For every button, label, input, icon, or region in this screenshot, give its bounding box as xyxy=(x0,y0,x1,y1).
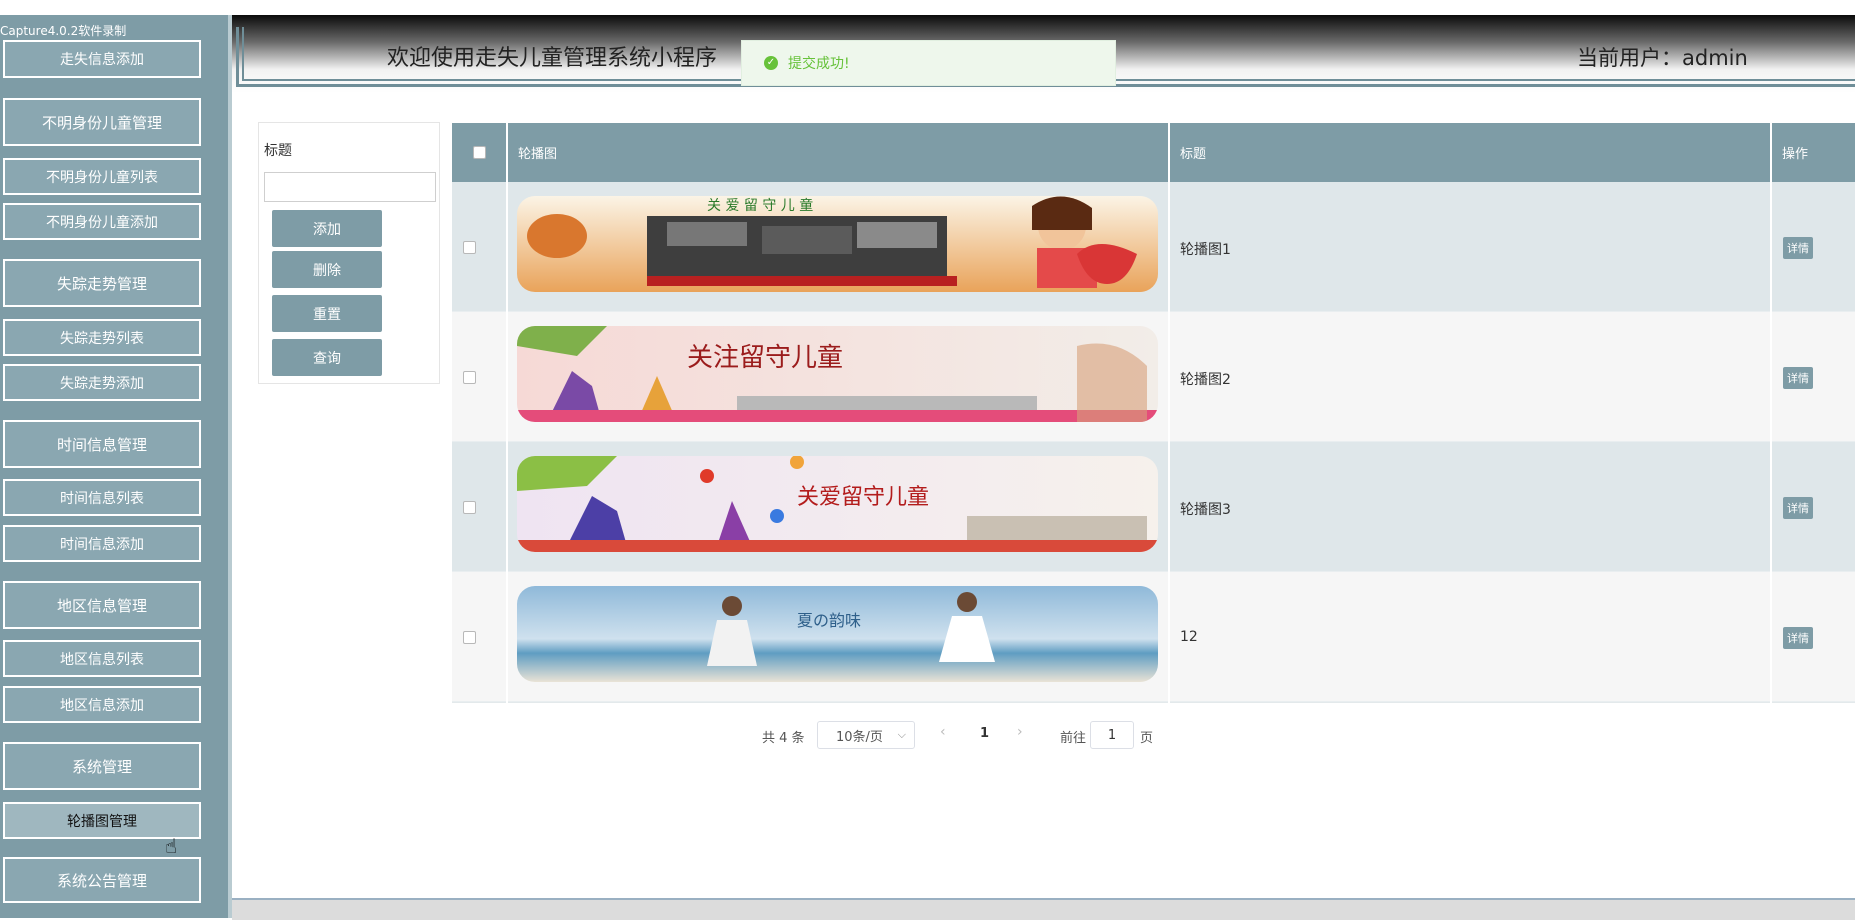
sidebar-item-label: 地区信息列表 xyxy=(60,651,144,668)
svg-text:关注留守儿童: 关注留守儿童 xyxy=(687,343,843,373)
sidebar-item-label: 系统公告管理 xyxy=(56,871,147,890)
header-action: 操作 xyxy=(1782,147,1809,162)
row-checkbox[interactable] xyxy=(463,631,476,644)
sidebar-item-label: 不明身份儿童添加 xyxy=(46,214,158,231)
current-user-label: 当前用户：admin xyxy=(1577,46,1748,70)
sidebar-item-region-info-manage[interactable]: 地区信息管理 xyxy=(3,581,201,629)
capture-watermark: Capture4.0.2软件录制 xyxy=(0,24,127,38)
column-divider xyxy=(506,123,508,703)
page-title: 欢迎使用走失儿童管理系统小程序 xyxy=(387,46,718,71)
svg-text:关爱留守儿童: 关爱留守儿童 xyxy=(797,485,929,510)
sidebar-divider xyxy=(228,15,232,918)
header-image: 轮播图 xyxy=(518,147,558,162)
header-title[interactable]: 标题 xyxy=(1180,123,1480,182)
sidebar-item-notice-manage[interactable]: 系统公告管理 xyxy=(3,857,201,903)
carousel-image-graphic: 关注留守儿童 xyxy=(517,326,1158,422)
sidebar-item-label: 时间信息添加 xyxy=(60,536,144,553)
detail-button[interactable]: 详情 xyxy=(1783,367,1813,389)
select-all-checkbox[interactable] xyxy=(472,146,486,159)
search-title-label: 标题 xyxy=(264,143,292,159)
query-button[interactable]: 查询 xyxy=(272,339,382,376)
carousel-image[interactable]: 夏の韵味 xyxy=(517,586,1158,682)
sidebar-item-label: 不明身份儿童管理 xyxy=(41,113,162,132)
svg-text:关 爱 留 守 儿 童: 关 爱 留 守 儿 童 xyxy=(707,197,813,214)
sidebar-item-unknown-children-manage[interactable]: 不明身份儿童管理 xyxy=(3,98,201,146)
page-size-value: 10条/页 xyxy=(836,729,883,745)
sidebar-item-missing-trend-manage[interactable]: 失踪走势管理 xyxy=(3,259,201,307)
sidebar-item-unknown-children-list[interactable]: 不明身份儿童列表 xyxy=(3,158,201,195)
row-title: 轮播图1 xyxy=(1180,242,1231,258)
carousel-image-graphic: 关爱留守儿童 xyxy=(517,456,1158,552)
row-title: 12 xyxy=(1180,629,1198,645)
current-page-number[interactable]: 1 xyxy=(980,726,989,741)
sidebar-item-label: 失踪走势管理 xyxy=(56,274,147,293)
carousel-image[interactable]: 关爱留守儿童 xyxy=(517,456,1158,552)
page-unit-label: 页 xyxy=(1140,731,1154,746)
window-top-bar xyxy=(0,0,1855,15)
hand-cursor-icon: ☝ xyxy=(165,834,178,858)
sidebar-item-missing-trend-list[interactable]: 失踪走势列表 xyxy=(3,319,201,356)
sidebar-item-missing-trend-add[interactable]: 失踪走势添加 xyxy=(3,364,201,401)
delete-button[interactable]: 删除 xyxy=(272,251,382,288)
page-size-select[interactable]: 10条/页 ⌵ xyxy=(817,721,915,749)
sidebar-item-time-info-add[interactable]: 时间信息添加 xyxy=(3,525,201,562)
success-toast: ✓ 提交成功! xyxy=(741,40,1116,86)
column-divider xyxy=(1168,123,1170,703)
sidebar-item-label: 系统管理 xyxy=(71,757,132,776)
sidebar-item-time-info-list[interactable]: 时间信息列表 xyxy=(3,479,201,516)
carousel-image-graphic: 夏の韵味 xyxy=(517,586,1158,682)
sidebar-item-system-manage[interactable]: 系统管理 xyxy=(3,742,201,790)
detail-button[interactable]: 详情 xyxy=(1783,237,1813,259)
carousel-image[interactable]: 关 爱 留 守 儿 童 xyxy=(517,196,1158,292)
prev-page-icon[interactable]: ‹ xyxy=(940,724,946,740)
row-checkbox[interactable] xyxy=(463,241,476,254)
sidebar-item-missing-info-add[interactable]: 走失信息添加 xyxy=(3,40,201,78)
pagination-total: 共 4 条 xyxy=(762,731,805,746)
sidebar-item-label: 失踪走势添加 xyxy=(60,375,144,392)
sidebar-item-unknown-children-add[interactable]: 不明身份儿童添加 xyxy=(3,203,201,240)
column-divider xyxy=(1770,123,1772,703)
carousel-image-graphic: 关 爱 留 守 儿 童 xyxy=(517,196,1158,292)
header-checkbox-cell xyxy=(452,123,506,182)
detail-button[interactable]: 详情 xyxy=(1783,627,1813,649)
sidebar-item-label: 不明身份儿童列表 xyxy=(46,169,158,186)
table-header: 轮播图 标题 操作 xyxy=(452,123,1855,182)
sidebar-item-region-info-list[interactable]: 地区信息列表 xyxy=(3,640,201,677)
svg-text:夏の韵味: 夏の韵味 xyxy=(797,611,861,630)
sidebar-item-label: 地区信息管理 xyxy=(56,596,147,615)
add-button[interactable]: 添加 xyxy=(272,210,382,247)
check-circle-icon: ✓ xyxy=(764,56,778,70)
bottom-scroll-bar[interactable] xyxy=(232,898,1855,920)
reset-button[interactable]: 重置 xyxy=(272,295,382,332)
sidebar-item-label: 走失信息添加 xyxy=(60,52,144,68)
sidebar-item-label: 时间信息管理 xyxy=(56,435,147,454)
row-checkbox[interactable] xyxy=(463,371,476,384)
sidebar-item-label: 时间信息列表 xyxy=(60,490,144,507)
sidebar-item-label: 轮播图管理 xyxy=(67,813,137,830)
row-checkbox[interactable] xyxy=(463,501,476,514)
toast-message: 提交成功! xyxy=(788,56,850,72)
search-title-input[interactable] xyxy=(264,172,436,202)
row-title: 轮播图2 xyxy=(1180,372,1231,388)
detail-button[interactable]: 详情 xyxy=(1783,497,1813,519)
row-title: 轮播图3 xyxy=(1180,502,1231,518)
next-page-icon[interactable]: › xyxy=(1017,724,1023,740)
goto-label: 前往 xyxy=(1060,731,1087,746)
carousel-image[interactable]: 关注留守儿童 xyxy=(517,326,1158,422)
sidebar-item-time-info-manage[interactable]: 时间信息管理 xyxy=(3,420,201,468)
chevron-down-icon: ⌵ xyxy=(897,728,906,741)
goto-page-input[interactable] xyxy=(1090,721,1134,749)
sidebar-item-region-info-add[interactable]: 地区信息添加 xyxy=(3,686,201,723)
sidebar-item-label: 失踪走势列表 xyxy=(60,330,144,347)
sidebar-item-label: 地区信息添加 xyxy=(60,697,144,714)
